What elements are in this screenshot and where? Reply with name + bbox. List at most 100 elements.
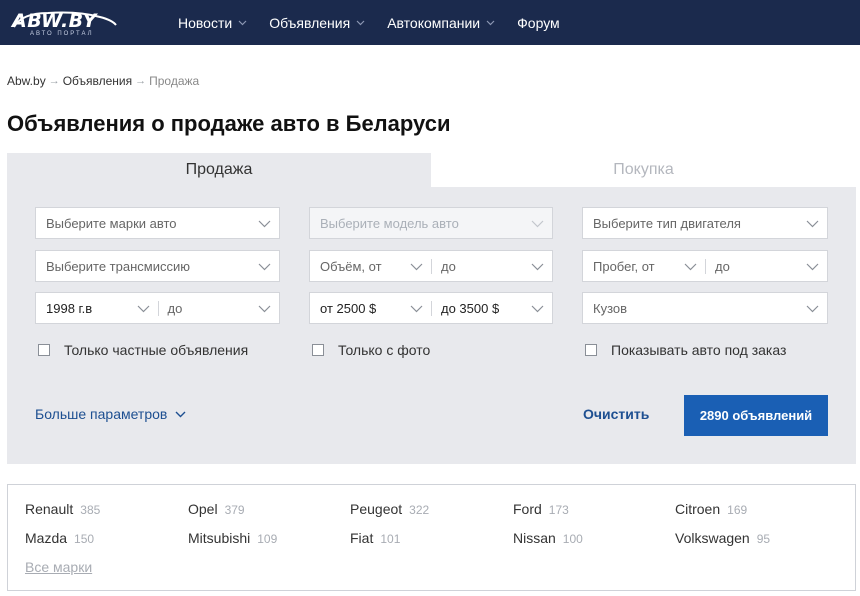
nav-item-label: Автокомпании bbox=[387, 14, 481, 31]
brand-name: Nissan bbox=[513, 530, 556, 546]
brand-count: 150 bbox=[74, 532, 95, 546]
more-params-toggle[interactable]: Больше параметров bbox=[35, 406, 186, 422]
chevron-down-icon bbox=[531, 263, 544, 271]
tab-purchase[interactable]: Покупка bbox=[431, 153, 856, 187]
price-range: от 2500 $ до 3500 $ bbox=[309, 292, 553, 324]
nav-item-label: Форум bbox=[517, 14, 560, 31]
nav-item-label: Новости bbox=[178, 14, 233, 31]
chevron-down-icon bbox=[258, 220, 271, 228]
volume-range: Объём, от до bbox=[309, 250, 553, 282]
price-from-select[interactable]: от 2500 $ bbox=[310, 293, 431, 323]
brand-link-renault[interactable]: Renault 385 bbox=[25, 501, 100, 517]
brand-name: Mazda bbox=[25, 530, 68, 546]
logo-subtitle: АВТО ПОРТАЛ bbox=[30, 31, 94, 37]
brand-link-volkswagen[interactable]: Volkswagen 95 bbox=[675, 530, 770, 546]
mileage-from-select[interactable]: Пробег, от bbox=[583, 251, 705, 281]
brand-link-peugeot[interactable]: Peugeot 322 bbox=[350, 501, 429, 517]
chevron-down-icon bbox=[806, 305, 819, 313]
brand-count: 173 bbox=[548, 503, 569, 517]
body-select-value: Кузов bbox=[593, 300, 628, 316]
year-from-select[interactable]: 1998 г.в bbox=[36, 293, 158, 323]
with-photo-checkbox[interactable]: Только с фото bbox=[312, 342, 430, 358]
more-params-label: Больше параметров bbox=[35, 406, 168, 422]
brand-link-mitsubishi[interactable]: Mitsubishi 109 bbox=[188, 530, 277, 546]
chevron-down-icon bbox=[238, 20, 247, 25]
chevron-down-icon bbox=[531, 220, 544, 228]
site-logo[interactable]: ABW.BY АВТО ПОРТАЛ bbox=[8, 7, 120, 39]
private-only-label: Только частные объявления bbox=[64, 342, 249, 358]
mileage-to-value: до bbox=[715, 258, 730, 274]
chevron-down-icon bbox=[684, 263, 697, 271]
page-title: Объявления о продаже авто в Беларуси bbox=[7, 111, 451, 136]
mileage-from-value: Пробег, от bbox=[593, 258, 655, 274]
logo-text: ABW.BY bbox=[12, 10, 97, 32]
brand-count: 100 bbox=[562, 532, 583, 546]
chevron-down-icon bbox=[137, 305, 149, 313]
clear-button[interactable]: Очистить bbox=[583, 406, 649, 422]
chevron-down-icon bbox=[175, 411, 186, 417]
year-to-select[interactable]: до bbox=[157, 293, 280, 323]
engine-select-value: Выберите тип двигателя bbox=[593, 215, 741, 231]
custom-order-checkbox[interactable]: Показывать авто под заказ bbox=[585, 342, 786, 358]
body-select[interactable]: Кузов bbox=[582, 292, 828, 324]
make-select-value: Выберите марки авто bbox=[46, 215, 177, 231]
breadcrumb-separator: → bbox=[135, 75, 147, 87]
transmission-select[interactable]: Выберите трансмиссию bbox=[35, 250, 280, 282]
breadcrumb-ads[interactable]: Объявления bbox=[63, 74, 132, 88]
brand-name: Peugeot bbox=[350, 501, 403, 517]
brand-link-nissan[interactable]: Nissan 100 bbox=[513, 530, 583, 546]
price-to-select[interactable]: до 3500 $ bbox=[431, 293, 552, 323]
breadcrumb-home[interactable]: Abw.by bbox=[7, 74, 46, 88]
brand-link-citroen[interactable]: Citroen 169 bbox=[675, 501, 747, 517]
custom-order-label: Показывать авто под заказ bbox=[611, 342, 787, 358]
make-select[interactable]: Выберите марки авто bbox=[35, 207, 280, 239]
nav-item-ads[interactable]: Объявления bbox=[269, 15, 365, 31]
private-only-checkbox[interactable]: Только частные объявления bbox=[38, 342, 248, 358]
nav-item-forum[interactable]: Форум bbox=[517, 15, 560, 31]
breadcrumb-current: Продажа bbox=[149, 74, 200, 88]
brand-name: Volkswagen bbox=[675, 530, 750, 546]
main-nav: Новости Объявления Автокомпании Форум bbox=[178, 0, 582, 45]
volume-to-value: до bbox=[441, 258, 456, 274]
brand-name: Mitsubishi bbox=[188, 530, 251, 546]
tab-sale[interactable]: Продажа bbox=[7, 153, 431, 187]
with-photo-label: Только с фото bbox=[338, 342, 431, 358]
all-brands-link[interactable]: Все марки bbox=[25, 559, 92, 575]
nav-item-autocompanies[interactable]: Автокомпании bbox=[387, 15, 495, 31]
brand-count: 379 bbox=[224, 503, 245, 517]
volume-to-select[interactable]: до bbox=[431, 251, 552, 281]
chevron-down-icon bbox=[258, 263, 271, 271]
brand-link-mazda[interactable]: Mazda 150 bbox=[25, 530, 94, 546]
brand-count: 109 bbox=[257, 532, 278, 546]
transmission-select-value: Выберите трансмиссию bbox=[46, 258, 190, 274]
chevron-down-icon bbox=[531, 305, 544, 313]
brand-name: Opel bbox=[188, 501, 218, 517]
engine-select[interactable]: Выберите тип двигателя bbox=[582, 207, 828, 239]
popular-brands: Renault 385 Opel 379 Peugeot 322 Ford 173 Ci… bbox=[7, 484, 856, 591]
volume-from-value: Объём, от bbox=[320, 258, 382, 274]
model-select-value: Выберите модель авто bbox=[320, 215, 459, 231]
nav-item-news[interactable]: Новости bbox=[178, 15, 247, 31]
price-from-value: от 2500 $ bbox=[320, 300, 377, 316]
chevron-down-icon bbox=[486, 20, 495, 25]
year-range: 1998 г.в до bbox=[35, 292, 280, 324]
checkbox-icon bbox=[38, 344, 50, 356]
mileage-to-select[interactable]: до bbox=[705, 251, 827, 281]
brand-count: 322 bbox=[409, 503, 430, 517]
chevron-down-icon bbox=[410, 305, 423, 313]
model-select: Выберите модель авто bbox=[309, 207, 553, 239]
volume-from-select[interactable]: Объём, от bbox=[310, 251, 431, 281]
brand-count: 95 bbox=[756, 532, 771, 546]
breadcrumb: Abw.by → Объявления → Продажа bbox=[7, 74, 199, 88]
brand-name: Renault bbox=[25, 501, 74, 517]
show-results-button[interactable]: 2890 объявлений bbox=[684, 395, 828, 436]
brand-link-ford[interactable]: Ford 173 bbox=[513, 501, 569, 517]
brand-link-opel[interactable]: Opel 379 bbox=[188, 501, 245, 517]
top-navbar: ABW.BY АВТО ПОРТАЛ Новости Объявления Ав… bbox=[0, 0, 860, 45]
brand-count: 101 bbox=[380, 532, 401, 546]
brand-name: Fiat bbox=[350, 530, 374, 546]
year-to-value: до bbox=[167, 300, 183, 316]
brand-link-fiat[interactable]: Fiat 101 bbox=[350, 530, 400, 546]
chevron-down-icon bbox=[356, 20, 365, 25]
brand-count: 385 bbox=[80, 503, 101, 517]
